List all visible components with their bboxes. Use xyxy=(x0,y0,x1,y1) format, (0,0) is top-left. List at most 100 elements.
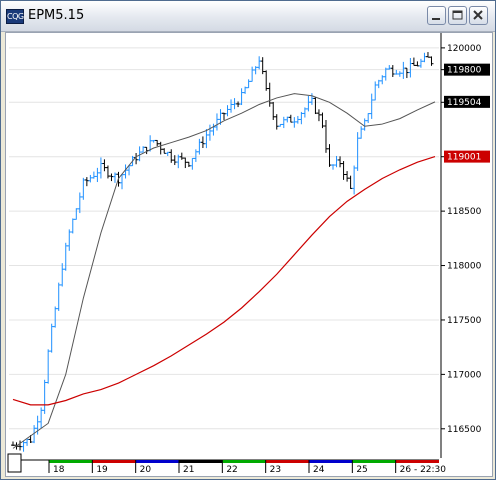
scroll-handle xyxy=(7,453,22,473)
price-bar xyxy=(109,173,114,182)
x-tick-label: 21 xyxy=(183,465,194,475)
day-segment xyxy=(92,460,136,463)
y-tick-label: 116500 xyxy=(447,425,482,435)
price-bar xyxy=(401,61,406,79)
price-bar xyxy=(278,123,283,127)
day-segment xyxy=(309,460,353,463)
price-bar xyxy=(91,171,96,179)
price-bar xyxy=(95,167,100,183)
price-bar xyxy=(190,157,195,170)
price-bar xyxy=(46,349,51,384)
price-bar xyxy=(197,138,202,155)
price-bar xyxy=(362,118,367,131)
price-bar xyxy=(422,52,427,63)
price-bar xyxy=(60,263,65,287)
price-bar xyxy=(42,379,47,414)
price-bar xyxy=(165,151,170,156)
price-bar xyxy=(204,129,209,149)
price-bar xyxy=(334,155,339,168)
price-bar xyxy=(193,149,198,162)
moving-averages xyxy=(12,93,436,449)
price-bar xyxy=(313,97,318,115)
price-bar xyxy=(186,161,191,168)
price-bar xyxy=(88,174,93,183)
price-bar xyxy=(274,114,279,130)
day-segment xyxy=(222,460,266,463)
fast-ma-tag: 119504 xyxy=(444,95,490,108)
price-bar xyxy=(429,56,434,66)
price-bar xyxy=(285,116,290,123)
price-bar xyxy=(162,148,167,154)
tag-label: 119504 xyxy=(447,98,482,108)
price-bar xyxy=(425,52,430,58)
price-bar xyxy=(341,161,346,180)
price-bar xyxy=(229,99,234,113)
price-bar xyxy=(302,107,307,118)
price-bar xyxy=(387,65,392,70)
price-bar xyxy=(348,175,353,189)
price-bar xyxy=(11,441,15,446)
price-bar xyxy=(394,69,399,75)
price-bar xyxy=(225,105,230,117)
last-price-tag: 119800 xyxy=(444,63,490,76)
price-bar xyxy=(327,144,332,167)
price-bar xyxy=(253,66,258,75)
price-bar xyxy=(169,149,174,163)
price-bar xyxy=(214,113,219,131)
price-bar xyxy=(70,218,75,234)
price-bar xyxy=(98,157,103,179)
slow-ma-tag: 119001 xyxy=(444,150,490,163)
x-tick-label: 18 xyxy=(53,465,65,475)
price-bar xyxy=(183,157,188,169)
price-bar xyxy=(295,115,300,124)
day-segment xyxy=(352,460,396,463)
price-bar xyxy=(105,165,110,179)
price-bar xyxy=(141,146,146,153)
price-bar xyxy=(67,229,72,251)
x-tick-label: 24 xyxy=(313,465,325,475)
x-tick-label: 26 - 22:30 xyxy=(400,465,447,475)
price-bar xyxy=(331,164,336,170)
price-bar xyxy=(397,71,402,77)
day-segment xyxy=(395,460,439,463)
price-bar xyxy=(376,79,381,89)
day-segment xyxy=(135,460,179,463)
price-bar xyxy=(250,66,255,82)
tag-label: 119800 xyxy=(447,66,482,76)
price-bar xyxy=(39,407,44,429)
price-bar xyxy=(411,57,416,66)
price-bar xyxy=(288,114,293,123)
price-bar xyxy=(207,124,212,141)
price-bar xyxy=(366,113,371,123)
price-chart: 1200001198001195001190001185001180001175… xyxy=(7,33,490,475)
price-bar xyxy=(53,306,58,328)
price-bar xyxy=(338,156,343,168)
x-tick-label: 19 xyxy=(96,465,108,475)
price-bar xyxy=(81,177,86,200)
price-bar xyxy=(267,82,272,107)
fast-ma-line xyxy=(12,93,436,449)
price-bar xyxy=(151,139,156,143)
price-bar xyxy=(222,112,226,121)
price-bar xyxy=(323,120,328,153)
price-bar xyxy=(316,109,321,122)
price-bar xyxy=(84,177,89,187)
price-bar xyxy=(281,116,286,129)
price-bar xyxy=(232,98,237,110)
day-segment xyxy=(265,460,309,463)
price-bar xyxy=(49,323,54,353)
y-tick-label: 118500 xyxy=(447,207,482,217)
price-bar xyxy=(74,208,79,220)
price-bar xyxy=(264,70,269,91)
price-bar xyxy=(155,139,160,147)
price-bar xyxy=(359,126,364,139)
price-bar xyxy=(63,242,68,271)
price-bar xyxy=(390,65,395,77)
price-bar xyxy=(415,61,420,67)
price-bar xyxy=(369,93,374,119)
chart-grid xyxy=(9,47,439,430)
price-bar xyxy=(260,57,265,75)
price-bar xyxy=(292,117,297,128)
chart-window: CQG EPM5.15 1200001198001195001190001185… xyxy=(0,0,496,480)
price-bar xyxy=(380,75,385,85)
